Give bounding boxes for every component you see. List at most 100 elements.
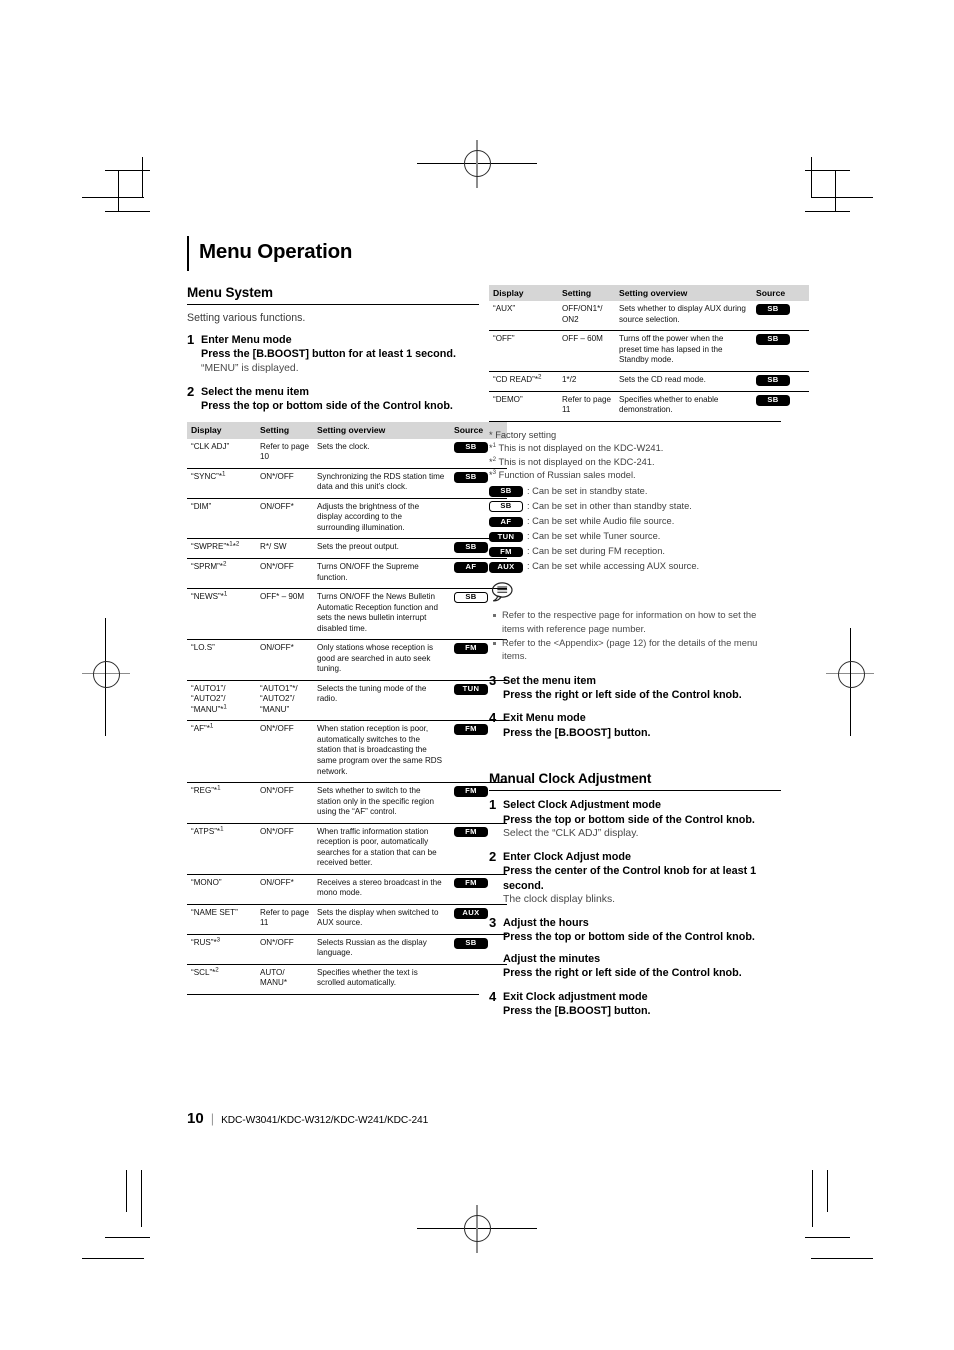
section-title-manual-clock-adjustment: Manual Clock Adjustment [489,771,652,787]
cell-overview: Synchronizing the RDS station time data … [313,467,448,499]
column-header-display: Display [187,422,256,439]
step-instruction-minutes: Press the right or left side of the Cont… [503,967,742,980]
cell-setting: OFF* – 90M [256,588,313,640]
table-row: “ATPS”*1 ON*/OFF When traffic information … [187,822,507,875]
cell-display: “NEWS”*1 [187,588,256,640]
cell-setting: ON*/OFF [256,467,313,499]
cell-overview: Specifies whether to enable demonstratio… [615,390,750,421]
table-row: “REG”*1 ON*/OFF Sets whether to switch to … [187,782,507,824]
column-header-setting-overview: Setting overview [313,422,448,439]
table-header-row: Display Setting Setting overview Source [489,285,809,302]
footnotes-block: * Factory setting *1 This is not displaye… [489,429,781,574]
cell-display: “AF”*1 [187,720,256,783]
legend-item: SB: Can be set in standby state. [489,485,781,499]
step-note: Select the “CLK ADJ” display. [503,827,639,839]
table-row: “RUS”*3 ON*/OFF Selects Russian as the dis… [187,933,507,965]
cell-overview: Sets the preout output. [313,538,448,559]
cell-overview: Receives a stereo broadcast in the mono … [313,873,448,905]
cell-overview: Turns off the power when the preset time… [615,330,750,372]
step-number: 3 [489,915,497,931]
legend-text: : Can be set during FM reception. [527,546,665,557]
cell-display: “NAME SET” [187,903,256,935]
table-row: “SWPRE”*1*2 R*/ SW Sets the preout output.… [187,538,507,559]
right-column: Display Setting Setting overview Source … [489,285,809,1027]
cell-overview: Selects the tuning mode of the radio. [313,679,448,721]
cell-overview: When station reception is poor, automati… [313,720,448,783]
footer-model-list: KDC-W3041/KDC-W312/KDC-W241/KDC-241 [221,1115,429,1126]
cell-source: SB [750,301,809,331]
cell-setting: 1*/2 [558,370,615,392]
source-badge-fm: FM [454,826,488,838]
step-4-exit-menu-mode: 4 Exit Menu mode Press the [B.BOOST] but… [489,711,781,740]
cell-display: “REG”*1 [187,782,256,824]
list-item: Refer to the respective page for informa… [491,608,781,635]
cell-display: “DIM” [187,497,256,539]
footnote-item: *1 This is not displayed on the KDC-W241… [489,442,664,454]
table-row: “OFF” OFF – 60M Turns off the power when t… [489,330,809,372]
manual-page: Menu Operation Menu System Setting vario… [0,0,954,1350]
step-number: 1 [187,332,195,347]
table-bottom-rule-right [489,420,781,422]
step-instruction: Press the [B.BOOST] button. [503,726,651,739]
legend-item: TUN: Can be set while Tuner source. [489,530,781,544]
cell-display: “LO.S” [187,639,256,681]
cell-display: “ATPS”*1 [187,822,256,875]
clock-step-1: 1 Select Clock Adjustment mode Press the… [489,797,781,841]
source-badge-sb: SB [756,374,790,386]
source-badge-fm: FM [454,877,488,889]
page-title: Menu Operation [199,240,353,263]
clock-step-3: 3 Adjust the hours Press the top or bott… [489,915,781,980]
step-heading: Adjust the hours [503,917,589,930]
table-row: “NEWS”*1 OFF* – 90M Turns ON/OFF the News … [187,588,507,640]
cell-overview: When traffic information station recepti… [313,822,448,875]
section-title-menu-system: Menu System [187,285,273,300]
source-badge-aux: AUX [454,907,488,919]
table-row: “AUTO1”/ “AUTO2”/ “MANU”*1 “AUTO1”*/ “AUT… [187,679,507,721]
step-heading: Exit Clock adjustment mode [503,990,648,1003]
cell-setting: ON/OFF* [256,497,313,539]
cell-display: “RUS”*3 [187,933,256,965]
step-number: 3 [489,672,497,688]
cell-overview: Only stations whose reception is good ar… [313,639,448,681]
cell-display: “AUTO1”/ “AUTO2”/ “MANU”*1 [187,679,256,721]
cell-display: “SYNC”*1 [187,467,256,499]
step-heading: Select the menu item [201,385,310,398]
source-badge-fm: FM [489,546,523,558]
cell-display: “OFF” [489,330,558,372]
cell-setting: ON/OFF* [256,639,313,681]
cell-setting: ON/OFF* [256,873,313,905]
cell-overview: Sets whether to switch to the station on… [313,782,448,824]
step-number: 2 [187,383,195,399]
source-badge-sb: SB [489,501,523,513]
step-note: “MENU” is displayed. [201,362,299,374]
column-header-display: Display [489,285,558,302]
legend-text: : Can be set in standby state. [527,486,648,497]
table-header-row: Display Setting Setting overview Source [187,422,507,439]
cell-source: SB [750,330,809,372]
source-badge-af: AF [489,516,523,528]
source-badge-sb: SB [454,937,488,949]
table-body-right: “AUX” OFF/ON1*/ ON2 Sets whether to displa… [489,301,809,421]
cell-display: “MONO” [187,873,256,905]
legend-item: FM : Can be set during FM reception. [489,545,781,559]
cell-source: SB [750,370,809,392]
cell-setting: Refer to page 11 [558,390,615,421]
cell-display: “CD READ”*2 [489,370,558,392]
source-badge-sb: SB [454,592,488,604]
cell-source: SB [750,390,809,421]
source-badge-sb: SB [454,471,488,483]
footnote-item: *2 This is not displayed on the KDC-241. [489,455,655,467]
source-badge-tun: TUN [489,531,523,543]
cell-setting: R*/ SW [256,538,313,559]
table-row: “LO.S” ON/OFF* Only stations whose recepti… [187,639,507,681]
step-instruction: Press the top or bottom side of the Cont… [503,813,755,826]
legend-item: SB: Can be set in other than standby sta… [489,500,781,514]
cell-setting: ON*/OFF [256,720,313,783]
source-badge-af: AF [454,562,488,574]
source-badge-aux: AUX [489,561,523,573]
page-footer: 10 | KDC-W3041/KDC-W312/KDC-W241/KDC-241 [187,1110,428,1127]
step-1-enter-menu-mode: 1 Enter Menu mode Press the [B.BOOST] bu… [187,332,479,376]
source-badge-sb: SB [454,542,488,554]
source-badge-tun: TUN [454,683,488,695]
step-note: The clock display blinks. [503,894,616,906]
